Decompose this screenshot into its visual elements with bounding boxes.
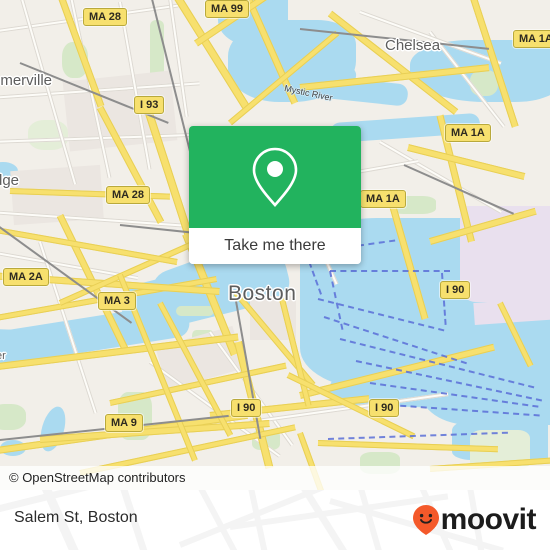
- road-shield-i90-mid: I 90: [231, 399, 262, 417]
- footer-bar: Salem St, Boston moovit: [0, 490, 550, 550]
- map-attribution-bar: © OpenStreetMap contributors: [0, 466, 550, 490]
- road-shield-i90-east: I 90: [369, 399, 400, 417]
- road-shield-ma1a-topright: MA 1A: [513, 30, 550, 48]
- road-shield-i90-right: I 90: [440, 281, 471, 299]
- road-shield-ma99: MA 99: [205, 0, 249, 18]
- road-shield-ma2a: MA 2A: [3, 268, 49, 286]
- road-shield-i93: I 93: [134, 96, 165, 114]
- road-shield-ma28-left: MA 28: [106, 186, 150, 204]
- road-shield-ma1a-right: MA 1A: [445, 124, 491, 142]
- card-pin-area: [189, 126, 361, 228]
- take-me-there-label: Take me there: [224, 237, 326, 254]
- moovit-smiley-pin-icon: [412, 505, 439, 535]
- road-shield-ma28-top: MA 28: [83, 8, 127, 26]
- map-pin-icon: [252, 147, 298, 207]
- take-me-there-card[interactable]: Take me there: [189, 126, 361, 264]
- attribution-text[interactable]: © OpenStreetMap contributors: [9, 470, 186, 485]
- road-shield-ma1a-mid: MA 1A: [360, 190, 406, 208]
- moovit-logo[interactable]: moovit: [411, 503, 537, 536]
- watermark-line: [297, 490, 362, 550]
- moovit-wordmark: moovit: [440, 503, 537, 536]
- take-me-there-button[interactable]: Take me there: [189, 228, 361, 264]
- road-shield-ma3: MA 3: [98, 292, 136, 310]
- location-address: Salem St, Boston: [14, 509, 138, 526]
- road-shield-ma9: MA 9: [105, 414, 143, 432]
- moovit-location-screen: omerville dge Chelsea Boston er Mystic R…: [0, 0, 550, 550]
- watermark-line: [357, 490, 388, 550]
